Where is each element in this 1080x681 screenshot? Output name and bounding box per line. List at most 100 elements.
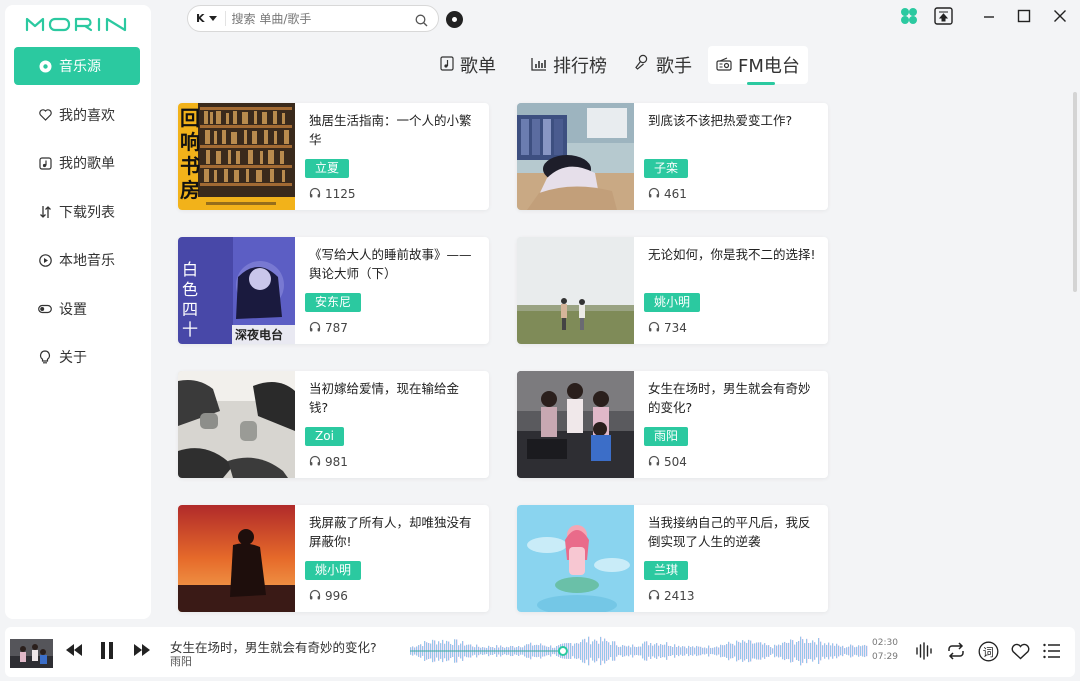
author-tag[interactable]: 立夏 (305, 159, 350, 178)
tab-playlists[interactable]: 歌单 (440, 50, 496, 80)
previous-icon[interactable] (65, 644, 83, 656)
play-count: 996 (309, 589, 348, 603)
play-count: 504 (648, 455, 687, 469)
radio-card[interactable]: 当我接纳自己的平凡后，我反倒实现了人生的逆袭 兰琪 2413 (517, 505, 828, 612)
maximize-icon[interactable] (1013, 5, 1035, 27)
theme-icon[interactable] (898, 5, 920, 27)
waveform-bar (808, 643, 810, 659)
waveform-bar (598, 643, 600, 659)
author-tag[interactable]: 姚小明 (644, 293, 701, 312)
card-title: 独居生活指南：一个人的小繁华 (309, 113, 472, 147)
waveform-bar (654, 644, 656, 658)
radio-card[interactable]: 回 响 书 房 独居生活指南：一个人的小繁华 立夏 1125 (178, 103, 489, 210)
tab-singers[interactable]: 歌手 (634, 50, 692, 80)
waveform-bar (704, 647, 706, 655)
waveform-bar (602, 641, 604, 661)
now-playing-artist: 雨阳 (170, 655, 192, 668)
waveform-bar (748, 639, 750, 663)
waveform-bar (630, 647, 632, 655)
waveform-bar (822, 645, 824, 657)
search-input[interactable] (231, 11, 400, 26)
waveform-bar (796, 641, 798, 661)
sidebar-item-label: 下载列表 (59, 205, 115, 221)
singer-tab-icon (634, 54, 650, 76)
radio-card[interactable]: 到底该不该把热爱变工作? 子栾 461 (517, 103, 828, 210)
svg-text:十: 十 (182, 320, 198, 339)
waveform-bar (584, 638, 586, 664)
sidebar-item-local-music[interactable]: 本地音乐 (14, 241, 140, 279)
playlist-queue-icon[interactable] (1041, 640, 1063, 662)
pause-icon[interactable] (100, 642, 114, 659)
waveform-bar (740, 642, 742, 660)
waveform-bar (854, 647, 856, 655)
waveform-bar (616, 645, 618, 657)
radio-card[interactable]: 当初嫁给爱情，现在输给金钱? Zoi 981 (178, 371, 489, 478)
close-icon[interactable] (1049, 5, 1071, 27)
author-tag[interactable]: 兰琪 (644, 561, 689, 580)
lyrics-glyph: 词 (982, 645, 993, 658)
mini-mode-icon[interactable] (932, 5, 954, 27)
waveform-bar (838, 645, 840, 657)
waveform-bar (596, 640, 598, 662)
waveform-bar (644, 641, 646, 661)
card-cover (517, 103, 634, 210)
repeat-icon[interactable] (945, 640, 967, 662)
waveform-bar (624, 645, 626, 657)
search-source-label: K (196, 12, 205, 25)
waveform-bar (692, 646, 694, 656)
player-bar: 女生在场时，男生就会有奇妙的变化? 雨阳 02:30 07:29 词 (5, 627, 1075, 677)
waveform-bar (830, 645, 832, 657)
headphones-icon (309, 589, 321, 603)
author-tag[interactable]: 雨阳 (644, 427, 689, 446)
sidebar-item-favorites[interactable]: 我的喜欢 (14, 96, 140, 134)
search-source-select[interactable]: K (196, 11, 226, 26)
next-icon[interactable] (133, 644, 151, 656)
favorite-icon[interactable] (1009, 640, 1031, 662)
sidebar-item-music-source[interactable]: 音乐源 (14, 47, 140, 85)
waveform-bar (642, 643, 644, 659)
author-tag[interactable]: Zoi (305, 427, 344, 446)
radio-card[interactable]: 白 色 四 十 深夜电台 《写给大人的睡前故事》——舆论大师（下） 安东尼 78… (178, 237, 489, 344)
waveform-bar (572, 645, 574, 657)
sidebar-item-downloads[interactable]: 下载列表 (14, 193, 140, 231)
sidebar-item-label: 我的歌单 (59, 156, 115, 172)
waveform-bar (666, 642, 668, 660)
tab-charts[interactable]: 排行榜 (531, 50, 607, 80)
sidebar-item-about[interactable]: 关于 (14, 338, 140, 376)
disc-icon[interactable] (446, 11, 463, 28)
waveform-progress[interactable] (410, 634, 868, 668)
lyrics-icon[interactable]: 词 (977, 640, 999, 662)
waveform-bar (834, 645, 836, 657)
local-music-icon (38, 253, 52, 267)
waveform-bar (622, 645, 624, 657)
radio-card[interactable]: 我屏蔽了所有人，却唯独没有屏蔽你! 姚小明 996 (178, 505, 489, 612)
app-logo (25, 15, 131, 38)
author-tag[interactable]: 子栾 (644, 159, 689, 178)
waveform-bar (706, 648, 708, 654)
sidebar-item-playlists[interactable]: 我的歌单 (14, 144, 140, 182)
waveform-bar (766, 645, 768, 657)
card-cover: 白 色 四 十 深夜电台 (178, 237, 295, 344)
tab-fm-radio[interactable]: FM电台 (708, 46, 808, 84)
svg-text:书: 书 (180, 154, 200, 178)
radio-card[interactable]: 女生在场时，男生就会有奇妙的变化? 雨阳 504 (517, 371, 828, 478)
tab-label: 歌手 (656, 56, 692, 77)
scrollbar[interactable] (1073, 92, 1077, 292)
waveform-bar (636, 647, 638, 655)
sidebar-item-settings[interactable]: 设置 (14, 290, 140, 328)
play-count-value: 1125 (325, 187, 356, 201)
minimize-icon[interactable] (978, 5, 1000, 27)
radio-card[interactable]: 无论如何，你是我不二的选择! 姚小明 734 (517, 237, 828, 344)
sidebar-item-label: 音乐源 (59, 59, 101, 75)
waveform-bar (684, 646, 686, 656)
search-icon[interactable] (415, 12, 428, 31)
author-tag[interactable]: 安东尼 (305, 293, 362, 312)
heart-icon (38, 108, 52, 122)
waveform-bar (680, 647, 682, 655)
audio-effect-icon[interactable] (913, 640, 935, 662)
tab-label: 排行榜 (553, 56, 607, 77)
waveform-bar (758, 642, 760, 660)
author-tag[interactable]: 姚小明 (305, 561, 362, 580)
play-count-value: 981 (325, 455, 348, 469)
waveform-bar (730, 643, 732, 659)
